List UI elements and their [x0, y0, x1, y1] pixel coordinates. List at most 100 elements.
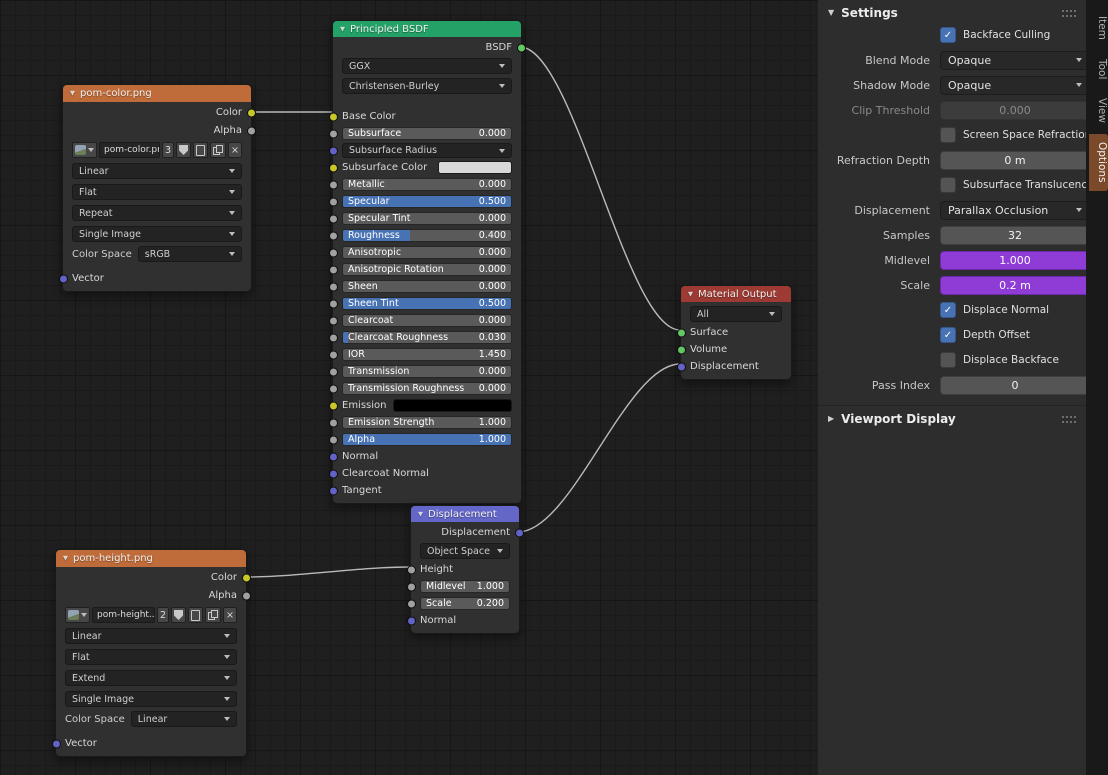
panel-grip-icon[interactable]: [1062, 9, 1076, 17]
copy-datablock-button[interactable]: [210, 142, 227, 158]
midlevel-slider[interactable]: 1.000: [940, 250, 1090, 270]
depth-offset-checkbox[interactable]: [940, 327, 956, 343]
metallic-slider[interactable]: Metallic 0.000: [342, 178, 512, 191]
clearcoat-roughness-slider[interactable]: Clearcoat Roughness 0.030: [342, 331, 512, 344]
node-displacement[interactable]: ▼ Displacement Displacement Object Space…: [406, 505, 524, 634]
anisotropic-rotation-slider[interactable]: Anisotropic Rotation 0.000: [342, 263, 512, 276]
sheen-tint-slider[interactable]: Sheen Tint 0.500: [342, 297, 512, 310]
emission-color-swatch[interactable]: [392, 399, 512, 412]
anisotropic-socket[interactable]: [328, 248, 338, 257]
panel-grip-icon[interactable]: [1062, 415, 1076, 423]
distribution-select[interactable]: GGX: [342, 58, 512, 74]
subsurface-slider[interactable]: Subsurface 0.000: [342, 127, 512, 140]
settings-panel-header[interactable]: ▼ Settings: [818, 0, 1086, 26]
tab-options[interactable]: Options: [1089, 134, 1108, 191]
new-image-button[interactable]: [188, 607, 204, 623]
source-select[interactable]: Single Image: [65, 691, 237, 707]
blend-mode-select[interactable]: Opaque: [940, 50, 1090, 70]
specular-socket[interactable]: [328, 197, 338, 206]
color-space-select[interactable]: Linear: [130, 711, 237, 727]
alpha-output-socket[interactable]: [246, 126, 256, 135]
displace-normal-checkbox[interactable]: [940, 302, 956, 318]
subsurface-translucency-checkbox[interactable]: [940, 177, 956, 193]
color-output-socket[interactable]: [241, 573, 251, 582]
collapse-icon[interactable]: ▼: [70, 90, 75, 97]
clearcoat-roughness-socket[interactable]: [328, 333, 338, 342]
scale-slider[interactable]: Scale 0.200: [420, 597, 510, 610]
specular-tint-slider[interactable]: Specular Tint 0.000: [342, 212, 512, 225]
pass-index-field[interactable]: 0: [940, 375, 1090, 395]
tab-tool[interactable]: Tool: [1089, 51, 1108, 87]
node-header[interactable]: ▼ Principled BSDF: [333, 21, 521, 37]
height-socket[interactable]: [406, 565, 416, 574]
subsurface-radius-field[interactable]: Subsurface Radius: [342, 143, 512, 158]
interpolation-select[interactable]: Linear: [72, 163, 242, 179]
node-material-output[interactable]: ▼ Material Output All Surface Volume Dis…: [676, 285, 792, 380]
surface-socket[interactable]: [676, 328, 686, 337]
displacement-output-socket[interactable]: [514, 528, 524, 537]
specular-slider[interactable]: Specular 0.500: [342, 195, 512, 208]
viewport-display-panel-header[interactable]: ▶ Viewport Display: [818, 405, 1086, 432]
node-pom-color[interactable]: ▼ pom-color.png Color Alpha pom-color.pn…: [58, 84, 256, 292]
roughness-socket[interactable]: [328, 231, 338, 240]
collapse-icon[interactable]: ▼: [340, 26, 345, 33]
emission-strength-socket[interactable]: [328, 418, 338, 427]
transmission-socket[interactable]: [328, 367, 338, 376]
transmission-roughness-slider[interactable]: Transmission Roughness 0.000: [342, 382, 512, 395]
anisotropic-slider[interactable]: Anisotropic 0.000: [342, 246, 512, 259]
node-header[interactable]: ▼ Displacement: [411, 506, 519, 522]
image-browse-button[interactable]: [72, 142, 97, 158]
image-name-field[interactable]: pom-height...: [92, 607, 155, 623]
vector-input-socket[interactable]: [58, 274, 68, 283]
sheen-tint-socket[interactable]: [328, 299, 338, 308]
shadow-mode-select[interactable]: Opaque: [940, 75, 1090, 95]
subsurface-method-select[interactable]: Christensen-Burley: [342, 78, 512, 94]
clip-threshold-field[interactable]: 0.000: [940, 100, 1090, 120]
anisotropic-rotation-socket[interactable]: [328, 265, 338, 274]
transmission-roughness-socket[interactable]: [328, 384, 338, 393]
node-header[interactable]: ▼ pom-height.png: [56, 550, 246, 567]
normal-socket[interactable]: [406, 616, 416, 625]
interpolation-select[interactable]: Linear: [65, 628, 237, 644]
sheen-slider[interactable]: Sheen 0.000: [342, 280, 512, 293]
specular-tint-socket[interactable]: [328, 214, 338, 223]
displacement-socket[interactable]: [676, 362, 686, 371]
node-principled-bsdf[interactable]: ▼ Principled BSDF BSDF GGX Christensen-B…: [328, 20, 526, 504]
midlevel-slider[interactable]: Midlevel 1.000: [420, 580, 510, 593]
node-header[interactable]: ▼ pom-color.png: [63, 85, 251, 102]
displacement-method-select[interactable]: Parallax Occlusion: [940, 200, 1090, 220]
emission-strength-slider[interactable]: Emission Strength 1.000: [342, 416, 512, 429]
collapse-icon[interactable]: ▼: [63, 555, 68, 562]
tab-item[interactable]: Item: [1089, 8, 1108, 48]
projection-select[interactable]: Flat: [72, 184, 242, 200]
subsurface-radius-socket[interactable]: [328, 146, 338, 155]
roughness-slider[interactable]: Roughness 0.400: [342, 229, 512, 242]
alpha-socket[interactable]: [328, 435, 338, 444]
subsurface-socket[interactable]: [328, 129, 338, 138]
projection-select[interactable]: Flat: [65, 649, 237, 665]
midlevel-socket[interactable]: [406, 582, 416, 591]
samples-field[interactable]: 32: [940, 225, 1090, 245]
clearcoat-normal-socket[interactable]: [328, 469, 338, 478]
scale-slider[interactable]: 0.2 m: [940, 275, 1090, 295]
alpha-output-socket[interactable]: [241, 591, 251, 600]
tangent-socket[interactable]: [328, 486, 338, 495]
normal-socket[interactable]: [328, 452, 338, 461]
unlink-button[interactable]: ×: [228, 142, 242, 158]
backface-culling-checkbox[interactable]: [940, 27, 956, 43]
transmission-slider[interactable]: Transmission 0.000: [342, 365, 512, 378]
unlink-button[interactable]: ×: [223, 607, 237, 623]
volume-socket[interactable]: [676, 345, 686, 354]
new-image-button[interactable]: [193, 142, 209, 158]
copy-datablock-button[interactable]: [205, 607, 222, 623]
screen-space-refraction-checkbox[interactable]: [940, 127, 956, 143]
bsdf-output-socket[interactable]: [516, 43, 526, 52]
node-pom-height[interactable]: ▼ pom-height.png Color Alpha pom-height.…: [51, 549, 251, 757]
color-output-socket[interactable]: [246, 108, 256, 117]
subsurface-color-socket[interactable]: [328, 163, 338, 172]
refraction-depth-field[interactable]: 0 m: [940, 150, 1090, 170]
displace-backface-checkbox[interactable]: [940, 352, 956, 368]
clearcoat-socket[interactable]: [328, 316, 338, 325]
scale-socket[interactable]: [406, 599, 416, 608]
fake-user-toggle[interactable]: [176, 142, 192, 158]
